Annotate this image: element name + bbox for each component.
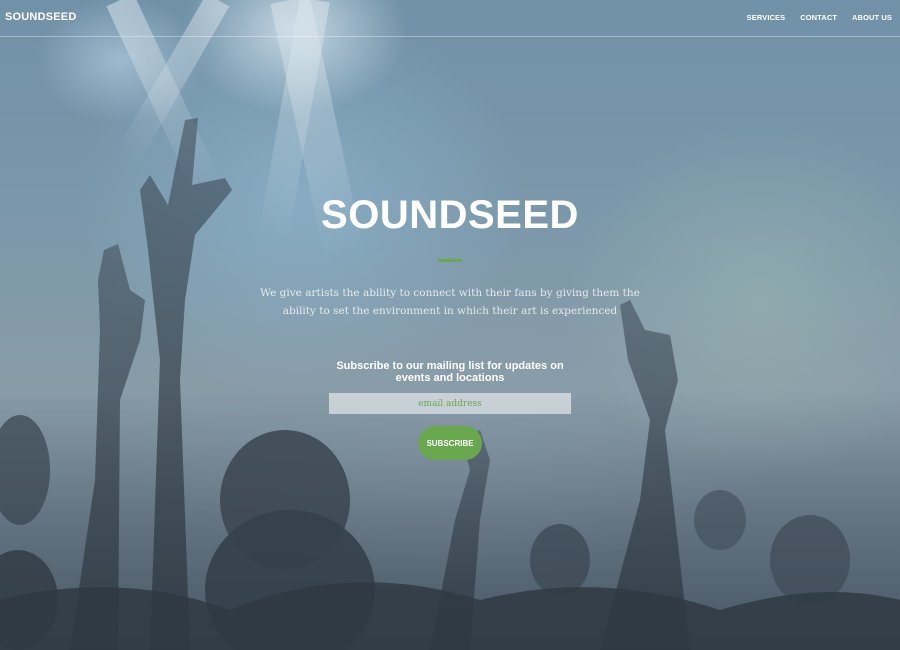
nav-links: SERVICES CONTACT ABOUT US: [747, 13, 892, 22]
nav-link-services[interactable]: SERVICES: [747, 13, 786, 22]
nav-link-contact[interactable]: CONTACT: [800, 13, 837, 22]
subscribe-heading: Subscribe to our mailing list for update…: [336, 360, 564, 384]
hero-background-image: [0, 0, 900, 650]
hero-tagline: We give artists the ability to connect w…: [260, 287, 640, 317]
navbar: SOUNDSEED SERVICES CONTACT ABOUT US: [0, 0, 900, 37]
email-field[interactable]: [329, 393, 571, 414]
hero-title: SOUNDSEED: [321, 193, 579, 237]
brand-logo-link[interactable]: SOUNDSEED: [5, 11, 76, 23]
nav-link-about-us[interactable]: ABOUT US: [852, 13, 892, 22]
subscribe-button[interactable]: SUBSCRIBE: [418, 426, 482, 460]
title-divider: [438, 259, 462, 262]
